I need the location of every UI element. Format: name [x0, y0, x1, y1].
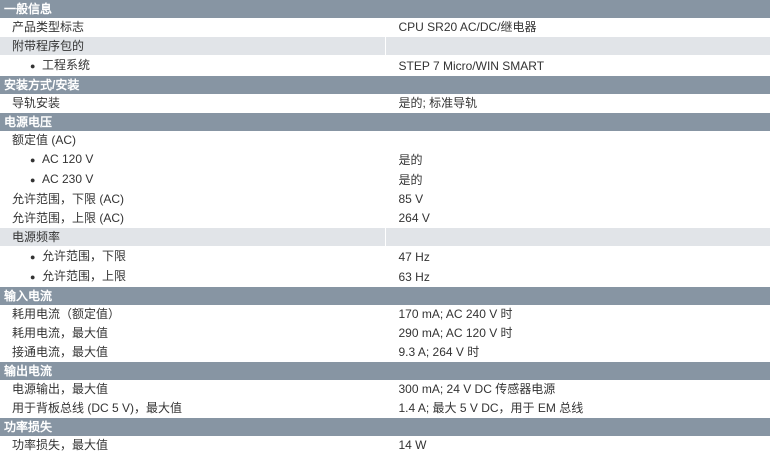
section-title: 一般信息 [0, 0, 770, 18]
spec-value: 170 mA; AC 240 V 时 [385, 305, 770, 324]
spec-value: 是的 [385, 149, 770, 170]
spec-label-text: 电源输出，最大值 [12, 382, 109, 396]
spec-label: 电源输出，最大值 [0, 380, 386, 399]
spec-label-text: 产品类型标志 [12, 20, 85, 34]
spec-value: STEP 7 Micro/WIN SMART [385, 55, 770, 76]
spec-label-text: 耗用电流（额定值） [12, 307, 121, 321]
spec-label: 用于背板总线 (DC 5 V)，最大值 [0, 398, 386, 418]
spec-value: 9.3 A; 264 V 时 [385, 342, 770, 362]
spec-table-body: 一般信息产品类型标志 CPU SR20 AC/DC/继电器附带程序包的 ● 工程系统 S… [0, 0, 770, 455]
spec-label: 允许范围，下限 (AC) [0, 189, 386, 209]
spec-row: 耗用电流，最大值 290 mA; AC 120 V 时 [0, 323, 770, 343]
bullet-icon: ● [30, 272, 36, 282]
spec-value [385, 227, 770, 247]
spec-label-text: 耗用电流，最大值 [12, 326, 109, 340]
section-title: 输出电流 [0, 361, 770, 380]
spec-label-text: 允许范围，下限 [42, 249, 127, 263]
spec-label: ● 允许范围，上限 [0, 266, 386, 287]
spec-label-text: 用于背板总线 (DC 5 V)，最大值 [12, 401, 183, 415]
spec-value: 63 Hz [385, 266, 770, 287]
spec-value: 是的 [385, 169, 770, 190]
section-header: 电源电压 [0, 112, 770, 131]
spec-label: 允许范围，上限 (AC) [0, 208, 386, 228]
spec-value [385, 131, 770, 150]
spec-value: 14 W [385, 436, 770, 455]
spec-row: 电源频率 [0, 227, 770, 247]
spec-label: 耗用电流（额定值） [0, 305, 386, 324]
section-header: 一般信息 [0, 0, 770, 18]
section-header: 输入电流 [0, 286, 770, 305]
bullet-icon: ● [30, 155, 36, 165]
spec-row: 用于背板总线 (DC 5 V)，最大值 1.4 A; 最大 5 V DC，用于 E… [0, 398, 770, 418]
spec-row: 功率损失，最大值 14 W [0, 436, 770, 455]
spec-value: CPU SR20 AC/DC/继电器 [385, 18, 770, 37]
spec-label-text: 导轨安装 [12, 96, 61, 110]
section-title: 输入电流 [0, 286, 770, 305]
spec-row: 接通电流，最大值 9.3 A; 264 V 时 [0, 342, 770, 362]
spec-label-text: 附带程序包的 [12, 39, 85, 53]
section-header: 输出电流 [0, 361, 770, 380]
spec-label: 附带程序包的 [0, 36, 386, 56]
spec-table: 一般信息产品类型标志 CPU SR20 AC/DC/继电器附带程序包的 ● 工程系统 S… [0, 0, 770, 455]
section-title: 安装方式/安装 [0, 75, 770, 94]
spec-row: 附带程序包的 [0, 36, 770, 56]
spec-label-text: 允许范围，下限 (AC) [12, 192, 124, 206]
bullet-icon: ● [30, 61, 36, 71]
spec-row: ● AC 230 V 是的 [0, 169, 770, 190]
spec-row: 额定值 (AC) [0, 131, 770, 150]
spec-label-text: 接通电流，最大值 [12, 345, 109, 359]
spec-value [385, 36, 770, 56]
section-title: 功率损失 [0, 417, 770, 436]
spec-label: 耗用电流，最大值 [0, 323, 386, 343]
spec-value: 290 mA; AC 120 V 时 [385, 323, 770, 343]
spec-row: ● 工程系统 STEP 7 Micro/WIN SMART [0, 55, 770, 76]
spec-row: 允许范围，上限 (AC) 264 V [0, 208, 770, 228]
spec-label: 接通电流，最大值 [0, 342, 386, 362]
spec-label: ● AC 120 V [0, 149, 386, 170]
spec-label: ● AC 230 V [0, 169, 386, 190]
spec-label-text: 工程系统 [42, 58, 91, 72]
spec-value: 85 V [385, 189, 770, 209]
spec-label: 额定值 (AC) [0, 131, 386, 150]
spec-row: 产品类型标志 CPU SR20 AC/DC/继电器 [0, 18, 770, 37]
spec-row: ● 允许范围，上限 63 Hz [0, 266, 770, 287]
spec-label: 电源频率 [0, 227, 386, 247]
spec-row: 电源输出，最大值 300 mA; 24 V DC 传感器电源 [0, 380, 770, 399]
spec-label-text: 额定值 (AC) [12, 133, 76, 147]
spec-value: 300 mA; 24 V DC 传感器电源 [385, 380, 770, 399]
spec-label-text: AC 120 V [42, 152, 94, 166]
spec-label: ● 工程系统 [0, 55, 386, 76]
spec-label-text: 功率损失，最大值 [12, 438, 109, 452]
spec-label: ● 允许范围，下限 [0, 246, 386, 267]
section-header: 功率损失 [0, 417, 770, 436]
bullet-icon: ● [30, 252, 36, 262]
spec-value: 1.4 A; 最大 5 V DC，用于 EM 总线 [385, 398, 770, 418]
spec-row: 导轨安装 是的; 标准导轨 [0, 94, 770, 113]
spec-label: 导轨安装 [0, 94, 386, 113]
section-title: 电源电压 [0, 112, 770, 131]
spec-row: ● AC 120 V 是的 [0, 149, 770, 170]
spec-label-text: 允许范围，上限 [42, 269, 127, 283]
spec-row: 耗用电流（额定值） 170 mA; AC 240 V 时 [0, 305, 770, 324]
spec-value: 是的; 标准导轨 [385, 94, 770, 113]
spec-row: 允许范围，下限 (AC) 85 V [0, 189, 770, 209]
spec-label-text: AC 230 V [42, 172, 94, 186]
spec-row: ● 允许范围，下限 47 Hz [0, 246, 770, 267]
spec-label: 功率损失，最大值 [0, 436, 386, 455]
section-header: 安装方式/安装 [0, 75, 770, 94]
spec-label: 产品类型标志 [0, 18, 386, 37]
spec-label-text: 允许范围，上限 (AC) [12, 211, 124, 225]
spec-label-text: 电源频率 [12, 230, 61, 244]
bullet-icon: ● [30, 175, 36, 185]
spec-value: 47 Hz [385, 246, 770, 267]
spec-value: 264 V [385, 208, 770, 228]
